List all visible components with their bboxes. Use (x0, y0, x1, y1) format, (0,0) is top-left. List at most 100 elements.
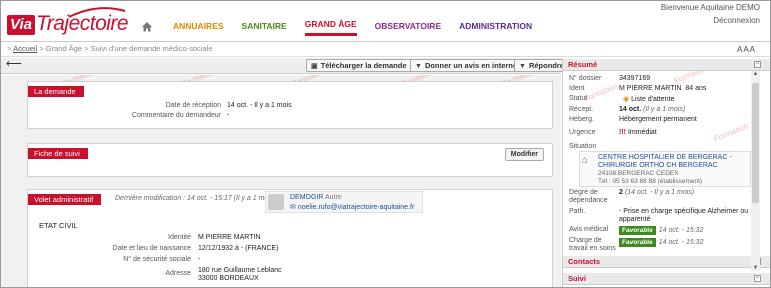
logo-swoosh-icon (68, 7, 126, 18)
dependency-value: 2 (14 oct. - Il y a 1 mois) (619, 189, 695, 196)
scrollbar-thumb[interactable] (752, 83, 759, 203)
reception-value: 14 oct. (Il y a 1 mois) (619, 106, 686, 113)
expand-icon[interactable]: − (754, 275, 761, 282)
breadcrumb-home-link[interactable]: Accueil (13, 44, 37, 53)
home-icon[interactable] (141, 21, 157, 35)
summary-header[interactable]: Résumé − (563, 59, 770, 71)
administrative-panel: Volet administratif Dernière modificatio… (27, 189, 553, 287)
situation-label: Situation (569, 143, 597, 150)
ssn-label: N° de sécurité sociale (123, 256, 191, 263)
contact-email[interactable]: ✉ noelie.rufo@viatrajectoire-aquitaine.f… (290, 203, 414, 211)
watermark: Formation (712, 121, 750, 144)
ident-label: Ident (569, 85, 585, 92)
watermark: Formation (582, 81, 620, 104)
font-size-control[interactable]: AAA (737, 45, 756, 54)
identity-label: Identité (168, 234, 191, 241)
medical-opinion-label: Avis médical (569, 226, 609, 233)
mail-icon: ✉ (290, 204, 296, 211)
waiting-list-icon: ◉ (623, 96, 630, 103)
status-label: Statut (569, 95, 588, 102)
identity-value: M PIERRE MARTIN (198, 234, 261, 241)
favorable-badge: Favorable (619, 238, 656, 247)
logo-via: Via (7, 15, 35, 35)
birth-label: Date et lieu de naissance (112, 245, 191, 252)
situation-line-1[interactable]: CENTRE HOSPITALIER DE BERGERAC - (598, 154, 732, 161)
urgency-icon: !!! (619, 129, 626, 136)
requester-comment-value: - (227, 112, 230, 119)
avatar (268, 194, 284, 210)
address-label: Adresse (165, 270, 191, 277)
download-request-button[interactable]: ▣ Télécharger la demande (306, 59, 412, 72)
user-box: Bienvenue Aquitaine DEMO Déconnexion (661, 3, 760, 26)
dropdown-arrow-icon: ▼ (519, 63, 526, 70)
modify-button[interactable]: Modifier (504, 148, 544, 161)
urgency-value: !!! Immédiat (619, 129, 657, 136)
dependency-label: Degré de dépendance (569, 189, 608, 204)
nav-administration[interactable]: ADMINISTRATION (459, 21, 532, 35)
summary-sidebar: Formation Formation Formation Résumé − N°… (562, 58, 770, 287)
reception-label: Récept. (569, 106, 594, 113)
request-panel: La demande Date de réception 14 oct. - I… (27, 81, 553, 129)
main-content: Formation Formation Formation Formation … (1, 75, 561, 287)
pathology-label: Path. (569, 208, 586, 215)
pathology-value-1: - Prise en charge spécifique Alzheimer o… (619, 208, 749, 215)
ssn-value: - (198, 256, 201, 263)
reply-button[interactable]: ▼ Répondre (514, 59, 569, 72)
last-modification: Dernière modification : 14 oct. - 15:17 … (115, 195, 276, 202)
scroll-up-icon[interactable]: ▲ (751, 71, 760, 77)
birth-value: 12/12/1932 à - (FRANCE) (198, 245, 279, 252)
favorable-badge: Favorable (619, 226, 656, 235)
nav-grand-age[interactable]: GRAND ÂGE (304, 19, 357, 36)
viatrajectoire-logo[interactable]: Via Trajectoire (7, 5, 129, 35)
suivi-header[interactable]: Suivi − (563, 273, 770, 285)
header: Via Trajectoire ANNUAIRES SANITAIRE GRAN… (1, 1, 770, 41)
address-line-1: 180 rue Guillaume Leblanc (198, 267, 282, 274)
download-request-label: Télécharger la demande (320, 61, 407, 70)
accommodation-value: Hébergement permanent (619, 116, 697, 123)
scrollbar[interactable]: ▲ ▼ (751, 71, 760, 271)
urgency-label: Urgence (569, 129, 596, 136)
nav-annuaires[interactable]: ANNUAIRES (173, 21, 224, 35)
follow-up-panel: Fiche de suivi Modifier (27, 143, 553, 177)
nav-observatoire[interactable]: OBSERVATOIRE (375, 21, 441, 35)
hospital-icon: ⌂ (582, 155, 589, 166)
administrative-panel-title: Volet administratif (28, 194, 102, 205)
reception-date-label: Date de réception (165, 102, 221, 109)
user-name: Bienvenue Aquitaine DEMO (660, 3, 760, 12)
accommodation-label: Héberg. (569, 116, 594, 123)
civil-status-heading: ETAT CIVIL (39, 221, 78, 230)
scroll-down-icon[interactable]: ▼ (751, 265, 760, 271)
care-load-label: Charge de travail en soins (569, 237, 616, 252)
situation-card: ⌂ CENTRE HOSPITALIER DE BERGERAC - CHIRU… (579, 151, 751, 187)
nav-sanitaire[interactable]: SANITAIRE (242, 21, 287, 35)
printer-icon: ▣ (311, 63, 318, 70)
divider (1, 41, 770, 42)
give-opinion-label: Donner un avis en interne (424, 61, 518, 70)
status-value: ◉ Liste d'attente (623, 96, 675, 103)
contact-name[interactable]: DEMOGIR Autre (290, 194, 342, 201)
main-nav: ANNUAIRES SANITAIRE GRAND ÂGE OBSERVATOI… (141, 19, 550, 36)
breadcrumb-rest: > Grand Âge > Suivi d'une demande médico… (37, 44, 213, 53)
reception-date-value: 14 oct. - Il y a 1 mois (227, 102, 292, 109)
toolbar: ⟵ ▣ Télécharger la demande ▼ Donner un avi… (1, 58, 569, 74)
collapse-icon[interactable]: − (754, 61, 761, 68)
dossier-label: N° dossier (569, 75, 602, 82)
dropdown-arrow-icon: ▼ (415, 63, 422, 70)
back-arrow-icon[interactable]: ⟵ (6, 59, 24, 72)
app-window: Via Trajectoire ANNUAIRES SANITAIRE GRAN… (0, 0, 771, 288)
address-line-2: 33000 BORDEAUX (198, 275, 259, 282)
requester-comment-label: Commentaire du demandeur (131, 112, 221, 119)
request-panel-title: La demande (28, 86, 84, 97)
contact-card: DEMOGIR Autre ✉ noelie.rufo@viatrajectoi… (265, 191, 423, 213)
give-opinion-button[interactable]: ▼ Donner un avis en interne (410, 59, 523, 72)
dossier-value: 34397169 (619, 75, 651, 82)
situation-line-2[interactable]: CHIRURGIE ORTHO CH BERGERAC (598, 162, 718, 169)
pathology-value-2: apparenté (619, 216, 651, 223)
ident-value: M PIERRE MARTIN 84 ans (619, 85, 707, 92)
breadcrumb: > Accueil > Grand Âge > Suivi d'une dema… (7, 44, 213, 53)
logout-link[interactable]: Déconnexion (661, 16, 760, 26)
contacts-header[interactable]: Contacts+ (563, 256, 770, 268)
reply-label: Répondre (528, 61, 564, 70)
care-load-value: Favorable 14 oct. - 15:32 (619, 238, 703, 247)
situation-line-4: Tél : 05 53 63 88 88 (établissement) (598, 178, 703, 185)
